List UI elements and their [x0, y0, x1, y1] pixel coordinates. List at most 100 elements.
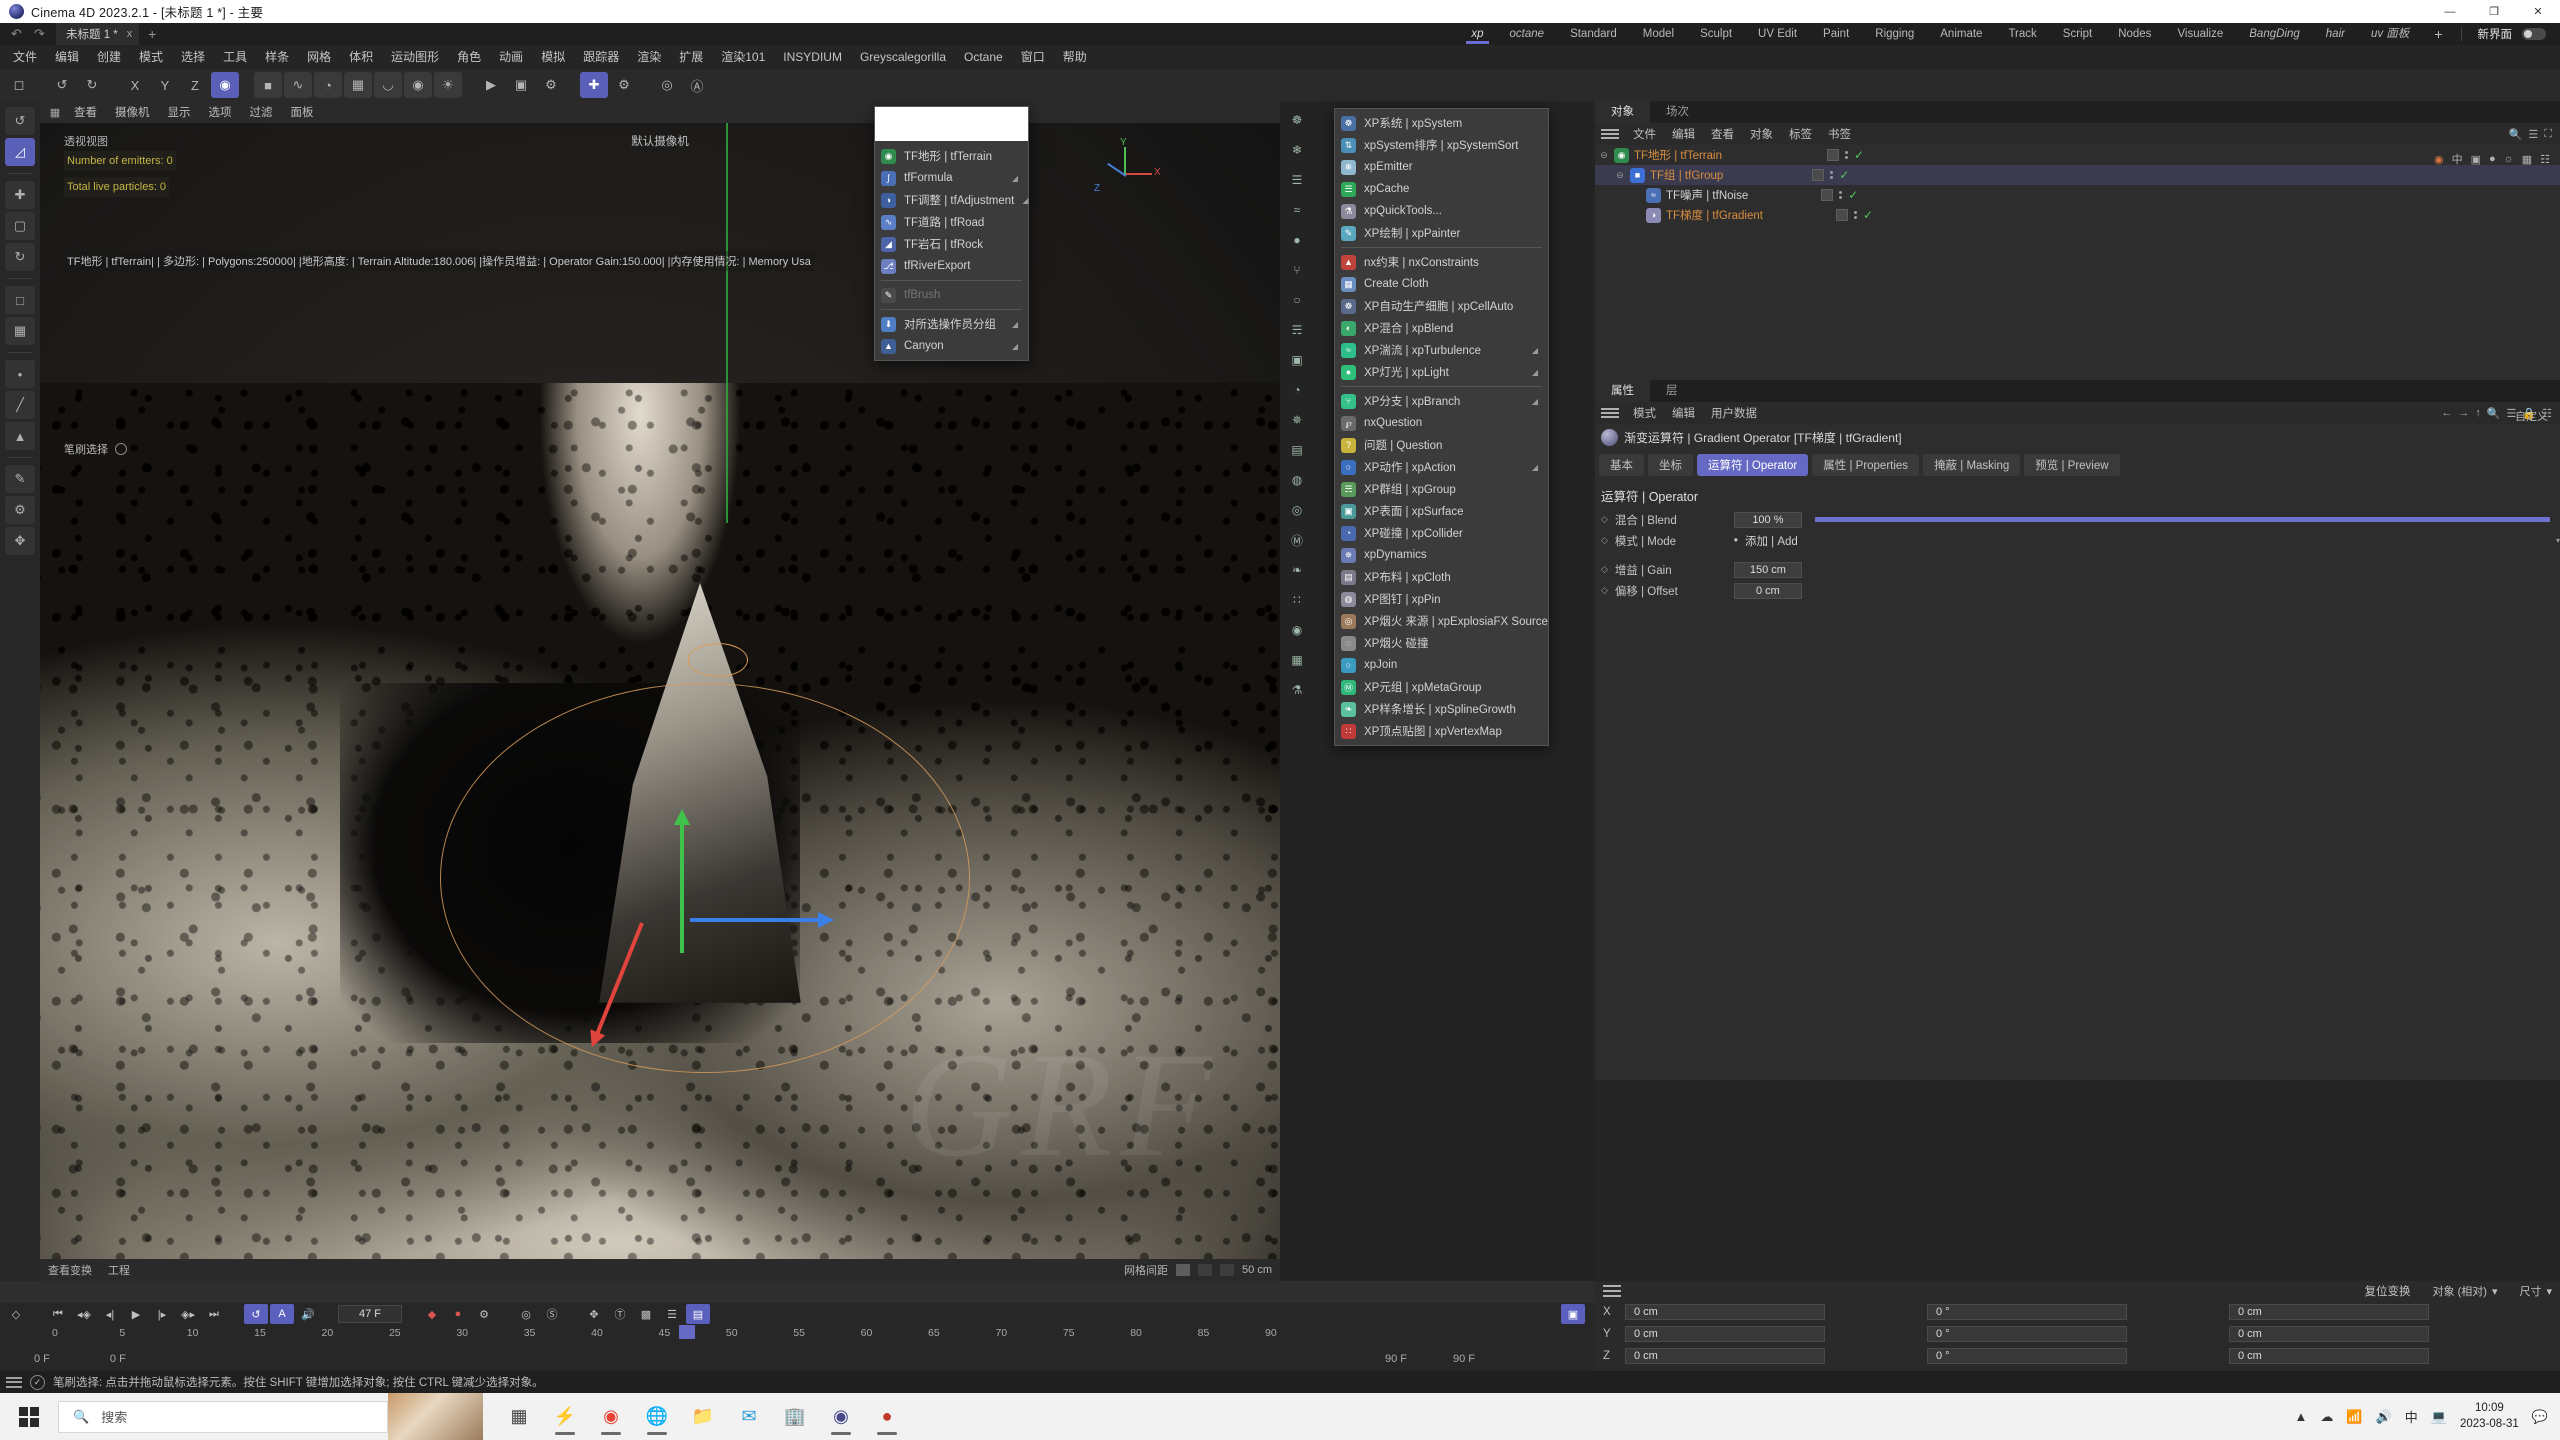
- tool-scale-icon[interactable]: ▢: [5, 212, 35, 240]
- tray-expand-icon[interactable]: ▲: [2295, 1409, 2308, 1424]
- current-frame-field[interactable]: 47 F: [338, 1305, 402, 1323]
- xp-tool-icon-7[interactable]: ☴: [1284, 318, 1310, 342]
- menu-4[interactable]: 选择: [172, 45, 214, 69]
- viewport-3d[interactable]: 透视视图 Number of emitters: 0 Total live pa…: [40, 123, 1280, 1281]
- tag-icon[interactable]: [1821, 189, 1834, 201]
- object-tab-0[interactable]: 对象: [1595, 101, 1650, 123]
- menu-19[interactable]: Octane: [955, 45, 1012, 69]
- object-row-1[interactable]: ⊖ ■ TF组 | tfGroup ✓: [1595, 165, 2560, 185]
- timeline-playhead[interactable]: [679, 1325, 696, 1339]
- viewport-menu-5[interactable]: 面板: [283, 104, 322, 120]
- object-tree[interactable]: ◉ 中 ▣ ● ☼ ▦ ☷ ⊖ ◉ TF地形 | tfTerrain ✓ ⊖ ■ TF组 |…: [1595, 145, 2560, 380]
- xp-menu-item-17[interactable]: ▣ XP表面 | xpSurface: [1335, 500, 1548, 522]
- xp-menu-item-25[interactable]: Ⓜ XP元组 | xpMetaGroup: [1335, 676, 1548, 698]
- rotation-key-button[interactable]: Ⓢ: [540, 1304, 564, 1324]
- object-filter-icon[interactable]: ☰: [2528, 128, 2538, 141]
- attr-section-tab-2[interactable]: 运算符 | Operator: [1697, 454, 1809, 476]
- xp-menu-item-12[interactable]: ⑂ XP分支 | xpBranch ◢: [1335, 390, 1548, 412]
- snap-enable-icon[interactable]: ✚: [580, 72, 608, 98]
- attribute-tab-1[interactable]: 层: [1650, 380, 1694, 402]
- tf-menu-search-field[interactable]: [875, 107, 1028, 141]
- visibility-dots-icon[interactable]: [1830, 171, 1834, 179]
- play-button[interactable]: ▶: [124, 1304, 148, 1324]
- enabled-check-icon[interactable]: ✓: [1839, 168, 1849, 182]
- xp-menu-item-13[interactable]: ℘ nxQuestion: [1335, 412, 1548, 434]
- menu-14[interactable]: 渲染: [628, 45, 670, 69]
- object-row-0[interactable]: ⊖ ◉ TF地形 | tfTerrain ✓: [1595, 145, 2560, 165]
- cube-primitive-icon[interactable]: ■: [254, 72, 282, 98]
- view-layout-2-icon[interactable]: [1198, 1264, 1213, 1276]
- menu-9[interactable]: 运动图形: [382, 45, 448, 69]
- menu-2[interactable]: 创建: [88, 45, 130, 69]
- keyframe-diamond-icon[interactable]: ◇: [1601, 585, 1608, 596]
- view-layout-1-icon[interactable]: [1176, 1264, 1191, 1276]
- tool-edge-mode-icon[interactable]: ╱: [5, 391, 35, 419]
- viewport-menu-4[interactable]: 过滤: [242, 104, 281, 120]
- taskbar-search[interactable]: 🔍 搜索: [58, 1400, 388, 1433]
- tf-menu-item-4[interactable]: ◢ TF岩石 | tfRock: [875, 233, 1028, 255]
- menu-7[interactable]: 网格: [298, 45, 340, 69]
- store-icon[interactable]: 🏢: [775, 1397, 815, 1437]
- document-tab-close-icon[interactable]: x: [127, 28, 133, 40]
- tool-brush-icon[interactable]: ✎: [5, 465, 35, 493]
- new-ui-label[interactable]: 新界面: [2468, 26, 2523, 42]
- menu-12[interactable]: 模拟: [532, 45, 574, 69]
- xp-tool-icon-6[interactable]: ○: [1284, 288, 1310, 312]
- tool-polygon-mode-icon[interactable]: ▲: [5, 422, 35, 450]
- layout-tab-standard[interactable]: Standard: [1557, 23, 1630, 45]
- file-explorer-icon[interactable]: 📁: [683, 1397, 723, 1437]
- xp-menu-item-19[interactable]: ✵ xpDynamics: [1335, 544, 1548, 566]
- layout-tab-octane[interactable]: octane: [1497, 23, 1558, 45]
- xp-menu-item-10[interactable]: ≈ XP湍流 | xpTurbulence ◢: [1335, 339, 1548, 361]
- new-document-button[interactable]: +: [139, 23, 165, 45]
- timeline-mode-icon[interactable]: ◇: [4, 1304, 28, 1324]
- object-menu-2[interactable]: 查看: [1703, 126, 1742, 142]
- timeline-options-button[interactable]: ▣: [1561, 1304, 1585, 1324]
- coord-position-field[interactable]: 0 cm: [1625, 1348, 1825, 1364]
- close-button[interactable]: ✕: [2516, 0, 2560, 23]
- light-tool-icon[interactable]: ☼: [2504, 153, 2514, 165]
- xp-menu-item-15[interactable]: ○ XP动作 | xpAction ◢: [1335, 456, 1548, 478]
- prev-key-button[interactable]: ◂◈: [72, 1304, 96, 1324]
- xp-menu-item-9[interactable]: ◐ XP混合 | xpBlend: [1335, 317, 1548, 339]
- xp-tool-icon-17[interactable]: ◉: [1284, 618, 1310, 642]
- coord-rotation-field[interactable]: 0 °: [1927, 1348, 2127, 1364]
- go-to-start-button[interactable]: ⏮: [46, 1304, 70, 1324]
- menu-1[interactable]: 编辑: [46, 45, 88, 69]
- tf-operators-menu[interactable]: ◉ TF地形 | tfTerrain ∫ tfFormula ◢ ◑ TF调整 | tfAd…: [874, 106, 1029, 361]
- xp-tool-icon-3[interactable]: ≈: [1284, 198, 1310, 222]
- layout-tab-rigging[interactable]: Rigging: [1862, 23, 1927, 45]
- menu-20[interactable]: 窗口: [1012, 45, 1054, 69]
- cam-tool-icon[interactable]: ●: [2489, 153, 2496, 165]
- xp-menu-item-20[interactable]: ▤ XP布料 | xpCloth: [1335, 566, 1548, 588]
- coordinate-burger-icon[interactable]: [1603, 1285, 1621, 1297]
- blend-slider[interactable]: [1814, 517, 2550, 522]
- object-menu-0[interactable]: 文件: [1625, 126, 1664, 142]
- xp-menu-item-7[interactable]: ▦ Create Cloth: [1335, 273, 1548, 295]
- xp-tool-icon-11[interactable]: ▤: [1284, 438, 1310, 462]
- coord-rotation-field[interactable]: 0 °: [1927, 1304, 2127, 1320]
- recorder-icon[interactable]: ●: [867, 1397, 907, 1437]
- tool-live-selection-icon[interactable]: ◿: [5, 138, 35, 166]
- minimize-button[interactable]: —: [2428, 0, 2472, 23]
- deformer-icon[interactable]: ◡: [374, 72, 402, 98]
- undo-toolbar-icon[interactable]: ↺: [48, 72, 76, 98]
- auto-key-button[interactable]: A: [270, 1304, 294, 1324]
- axis-y-gizmo[interactable]: [674, 809, 690, 953]
- loop-button[interactable]: ↺: [244, 1304, 268, 1324]
- tool-axis-icon[interactable]: ✥: [5, 527, 35, 555]
- tool-model-mode-icon[interactable]: □: [5, 286, 35, 314]
- tf-menu-item-6[interactable]: ✎ tfBrush: [875, 284, 1028, 306]
- layout-tab-nodes[interactable]: Nodes: [2105, 23, 2164, 45]
- tf-menu-item-7[interactable]: ⬇ 对所选操作员分组 ◢: [875, 313, 1028, 335]
- more-tool-icon[interactable]: ☷: [2540, 153, 2550, 166]
- task-view-icon[interactable]: ▦: [499, 1397, 539, 1437]
- xp-menu-item-2[interactable]: ❄ xpEmitter: [1335, 156, 1548, 178]
- timeline-panel[interactable]: ◇ ⏮ ◂◈ ◂| ▶ |▸ ◈▸ ⏭ ↺ A 🔊 47 F ◆ ● ⚙ ◎ Ⓢ…: [0, 1281, 1595, 1371]
- attribute-menu-2[interactable]: 用户数据: [1703, 405, 1765, 421]
- attr-forward-icon[interactable]: →: [2458, 407, 2469, 420]
- grid-tool-icon[interactable]: ▦: [2522, 153, 2532, 166]
- status-burger-icon[interactable]: [6, 1376, 22, 1388]
- coord-position-field[interactable]: 0 cm: [1625, 1304, 1825, 1320]
- tf-menu-item-1[interactable]: ∫ tfFormula ◢: [875, 167, 1028, 189]
